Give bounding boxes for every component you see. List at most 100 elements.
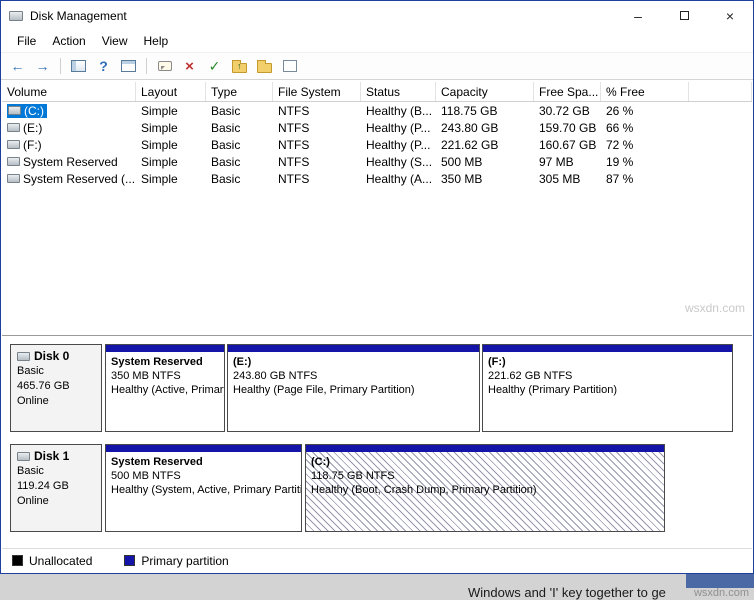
app-disk-icon [9,11,23,21]
cell-layout: Simple [136,155,206,169]
disk-name: Disk 1 [34,449,69,464]
volume-label: (F:) [23,138,42,152]
volume-label: (E:) [23,121,42,135]
menu-file[interactable]: File [9,32,44,50]
primary-partition-band [483,345,732,352]
cell-pct: 87 % [601,172,689,186]
cell-free: 305 MB [534,172,601,186]
partition-system-reserved-disk1[interactable]: System Reserved 500 MB NTFS Healthy (Sys… [105,444,302,532]
open-folder-button[interactable] [228,55,251,77]
disk-1-panel[interactable]: Disk 1 Basic 119.24 GB Online [10,444,102,532]
col-free-space[interactable]: Free Spa... [534,82,601,101]
legend-label: Primary partition [141,554,228,568]
cell-capacity: 221.62 GB [436,138,534,152]
details-list-icon [283,60,297,72]
col-type[interactable]: Type [206,82,273,101]
disk-status: Online [17,494,95,509]
cell-capacity: 500 MB [436,155,534,169]
partition-e[interactable]: (E:) 243.80 GB NTFS Healthy (Page File, … [227,344,480,432]
menu-action[interactable]: Action [44,32,93,50]
cell-pct: 66 % [601,121,689,135]
col-pct-free[interactable]: % Free [601,82,689,101]
close-button[interactable]: × [707,1,753,30]
volume-icon [8,106,21,115]
cell-free: 159.70 GB [534,121,601,135]
menu-view[interactable]: View [94,32,136,50]
partition-status: Healthy (System, Active, Primary Partiti… [111,483,296,497]
explore-folder-button[interactable] [253,55,276,77]
cell-fs: NTFS [273,155,361,169]
maximize-button[interactable] [661,1,707,30]
action-menu-button[interactable] [153,55,176,77]
volume-row-f[interactable]: (F:) Simple Basic NTFS Healthy (P... 221… [2,136,752,153]
maximize-icon [680,11,689,20]
cell-status: Healthy (P... [361,121,436,135]
menubar: File Action View Help [1,30,753,52]
cropped-caption-text: Windows and 'I' key together to ge [468,585,666,600]
volume-row-system-reserved-2[interactable]: System Reserved (... Simple Basic NTFS H… [2,170,752,187]
toolbar-separator [60,58,61,74]
partition-system-reserved-disk0[interactable]: System Reserved 350 MB NTFS Healthy (Act… [105,344,225,432]
cell-status: Healthy (S... [361,155,436,169]
volume-row-c[interactable]: (C:) Simple Basic NTFS Healthy (B... 118… [2,102,752,119]
cell-layout: Simple [136,121,206,135]
disk-icon [17,452,30,461]
col-volume[interactable]: Volume [2,82,136,101]
back-button[interactable]: ← [6,55,29,77]
console-tree-button[interactable] [67,55,90,77]
forward-button[interactable]: → [31,55,54,77]
col-file-system[interactable]: File System [273,82,361,101]
delete-volume-button[interactable]: × [178,55,201,77]
watermark-text: wsxdn.com [685,301,745,315]
volume-icon [7,174,20,183]
col-capacity[interactable]: Capacity [436,82,534,101]
partition-size: 243.80 GB NTFS [233,369,474,383]
partition-label: System Reserved [111,355,219,369]
console-tree-icon [71,60,86,72]
cell-layout: Simple [136,172,206,186]
mark-active-button[interactable]: ✓ [203,55,226,77]
action-pane-icon [121,60,136,72]
disk-0-panel[interactable]: Disk 0 Basic 465.76 GB Online [10,344,102,432]
cell-status: Healthy (A... [361,172,436,186]
disk-size: 465.76 GB [17,379,95,394]
partition-status: Healthy (Primary Partition) [488,383,727,397]
legend-unallocated: Unallocated [12,554,92,568]
partition-label: (C:) [311,455,659,469]
unallocated-color-swatch [12,555,23,566]
speech-bubble-icon [158,61,172,71]
page-background-strip: Windows and 'I' key together to ge wsxdn… [0,574,754,600]
cell-capacity: 243.80 GB [436,121,534,135]
volume-row-e[interactable]: (E:) Simple Basic NTFS Healthy (P... 243… [2,119,752,136]
cell-type: Basic [206,155,273,169]
folder-icon [257,63,272,73]
cell-free: 160.67 GB [534,138,601,152]
legend-label: Unallocated [29,554,92,568]
partition-f[interactable]: (F:) 221.62 GB NTFS Healthy (Primary Par… [482,344,733,432]
titlebar: Disk Management – × [1,1,753,30]
selected-volume-highlight: (C:) [7,104,47,118]
cell-type: Basic [206,138,273,152]
cell-status: Healthy (P... [361,138,436,152]
cell-free: 97 MB [534,155,601,169]
action-pane-button[interactable] [117,55,140,77]
cell-pct: 19 % [601,155,689,169]
col-status[interactable]: Status [361,82,436,101]
help-button[interactable]: ? [92,55,115,77]
watermark-text: wsxdn.com [694,587,749,599]
primary-partition-band [306,445,664,452]
properties-button[interactable] [278,55,301,77]
partition-status: Healthy (Page File, Primary Partition) [233,383,474,397]
col-layout[interactable]: Layout [136,82,206,101]
legend-primary-partition: Primary partition [124,554,228,568]
volume-row-system-reserved[interactable]: System Reserved Simple Basic NTFS Health… [2,153,752,170]
primary-partition-band [228,345,479,352]
partition-status: Healthy (Boot, Crash Dump, Primary Parti… [311,483,659,497]
partition-size: 118.75 GB NTFS [311,469,659,483]
minimize-button[interactable]: – [615,1,661,30]
partition-label: (F:) [488,355,727,369]
decorative-block [686,574,754,588]
menu-help[interactable]: Help [136,32,177,50]
cell-status: Healthy (B... [361,104,436,118]
partition-c-selected[interactable]: (C:) 118.75 GB NTFS Healthy (Boot, Crash… [305,444,665,532]
